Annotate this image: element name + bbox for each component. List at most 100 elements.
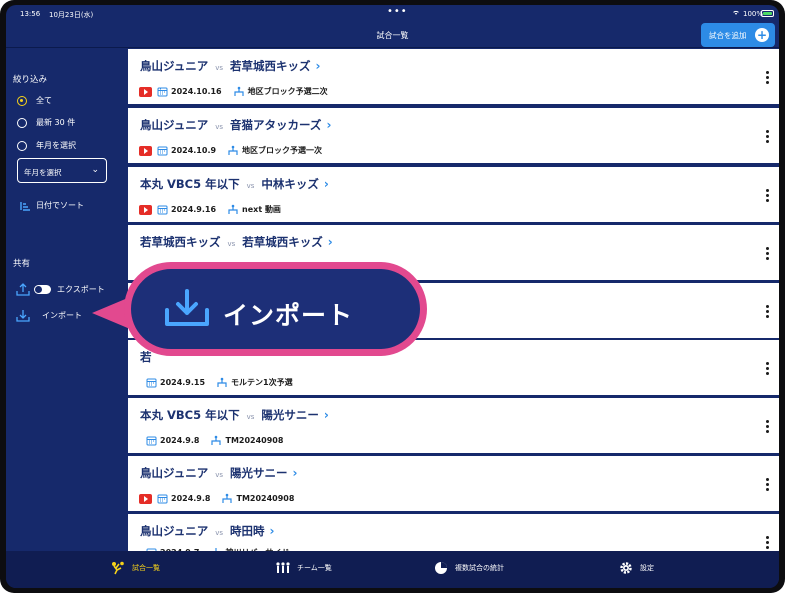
away-team: 陽光サニー: [230, 466, 288, 480]
vs-label: vs: [215, 471, 223, 479]
match-row[interactable]: 鳥山ジュニア vs 音猫アタッカーズ › 2024.10.9 地区ブロック予選一…: [128, 108, 779, 163]
match-date: 2024.9.15: [160, 378, 206, 387]
tournament-icon: [211, 435, 222, 445]
radio-unselected-icon: [17, 117, 27, 128]
download-icon: [16, 310, 30, 322]
radio-all[interactable]: 全て: [17, 95, 52, 106]
vs-label: vs: [246, 182, 255, 190]
calendar-icon: [146, 436, 157, 446]
sort-by-date-button[interactable]: 日付でソート: [20, 200, 84, 211]
match-row[interactable]: 鳥山ジュニア vs 時田時 › 2024.9.7 神川リバーサイド: [128, 514, 779, 558]
match-event: 地区ブロック予選二次: [247, 87, 328, 96]
chevron-right-icon: ›: [269, 524, 275, 538]
more-options-icon[interactable]: [766, 71, 769, 84]
sort-label: 日付でソート: [36, 201, 84, 210]
match-row[interactable]: 本丸 VBC5 年以下 vs 中林キッズ › 2024.9.16 next 動画: [128, 167, 779, 222]
tab-bar: 試合一覧 チーム一覧 複数試合の統計 設定: [6, 551, 779, 588]
match-event: TM20240908: [236, 494, 295, 503]
match-row[interactable]: 鳥山ジュニア vs 陽光サニー › 2024.9.8 TM20240908: [128, 456, 779, 511]
export-toggle[interactable]: [34, 285, 51, 294]
chevron-right-icon: ›: [323, 408, 329, 422]
youtube-icon: [139, 204, 152, 215]
match-meta: 2024.9.15 モルテン1次予選: [139, 377, 293, 388]
match-meta: 2024.9.8 TM20240908: [139, 435, 283, 446]
vs-label: vs: [215, 123, 223, 131]
more-options-icon[interactable]: [766, 478, 769, 491]
more-options-icon[interactable]: [766, 247, 769, 260]
export-row[interactable]: エクスポート: [16, 283, 105, 296]
match-meta: 2024.10.16 地区ブロック予選二次: [139, 86, 328, 97]
vs-label: vs: [215, 64, 223, 72]
radio-select-month[interactable]: 年月を選択: [17, 140, 76, 151]
more-options-icon[interactable]: [766, 130, 769, 143]
multitask-dots-icon[interactable]: •••: [387, 6, 408, 17]
download-icon: [165, 289, 209, 326]
pie-chart-icon: [435, 562, 447, 574]
vs-label: vs: [246, 413, 255, 421]
plus-circle-icon: +: [755, 28, 769, 42]
match-title: 鳥山ジュニア vs 陽光サニー ›: [140, 465, 297, 481]
match-meta: 2024.10.9 地区ブロック予選一次: [139, 145, 322, 156]
match-date: 2024.9.16: [171, 205, 217, 214]
match-row[interactable]: 鳥山ジュニア vs 若草城西キッズ › 2024.10.16 地区ブロック予選二…: [128, 49, 779, 104]
tab-team-list[interactable]: チーム一覧: [275, 561, 332, 575]
calendar-icon: [146, 378, 157, 388]
match-row[interactable]: 本丸 VBC5 年以下 vs 陽光サニー › 2024.9.8 TM202409…: [128, 398, 779, 453]
tournament-icon: [234, 86, 244, 96]
page-title: 試合一覧: [376, 31, 409, 40]
radio-latest-30[interactable]: 最新 30 件: [17, 117, 75, 128]
import-row[interactable]: インポート: [16, 309, 82, 322]
youtube-icon: [139, 493, 152, 504]
more-options-icon[interactable]: [766, 362, 769, 375]
more-options-icon[interactable]: [766, 536, 769, 549]
radio-selected-icon: [17, 95, 27, 106]
match-title: 鳥山ジュニア vs 音猫アタッカーズ ›: [140, 117, 331, 133]
match-event: 地区ブロック予選一次: [242, 146, 323, 155]
tab-multi-stats[interactable]: 複数試合の統計: [433, 561, 504, 575]
radio-label: 年月を選択: [36, 141, 76, 150]
more-options-icon[interactable]: [766, 305, 769, 318]
tab-label: 複数試合の統計: [455, 564, 504, 572]
tournament-icon: [222, 493, 233, 503]
youtube-icon: [139, 86, 152, 97]
sort-icon: [20, 201, 30, 211]
chevron-right-icon: ›: [323, 177, 329, 191]
youtube-icon: [139, 145, 152, 156]
battery-icon: [761, 10, 774, 17]
team-icon: [276, 562, 290, 573]
export-label: エクスポート: [57, 285, 105, 294]
match-event: TM20240908: [225, 436, 284, 445]
calendar-icon: [157, 494, 168, 504]
tab-match-list[interactable]: 試合一覧: [110, 561, 160, 575]
home-team: 鳥山ジュニア: [140, 118, 209, 132]
home-team: 鳥山ジュニア: [140, 466, 209, 480]
month-select[interactable]: 年月を選択 ⌄: [17, 158, 107, 183]
tournament-icon: [228, 204, 238, 214]
chevron-right-icon: ›: [327, 235, 333, 249]
tournament-icon: [217, 377, 227, 387]
add-match-button[interactable]: 試合を追加 +: [701, 23, 775, 47]
match-title: 本丸 VBC5 年以下 vs 陽光サニー ›: [140, 407, 329, 423]
more-options-icon[interactable]: [766, 420, 769, 433]
match-date: 2024.10.16: [171, 87, 222, 96]
home-team: 本丸 VBC5 年以下: [140, 177, 240, 191]
status-date: 10月23日(水): [49, 11, 94, 19]
away-team: 音猫アタッカーズ: [230, 118, 322, 132]
home-team: 本丸 VBC5 年以下: [140, 408, 240, 422]
ipad-frame: 13:56 10月23日(水) ••• 100% 試合一覧 試合を追加 + 絞り…: [0, 0, 785, 593]
away-team: 若草城西キッズ: [230, 59, 311, 73]
radio-label: 全て: [36, 96, 52, 105]
more-options-icon[interactable]: [766, 189, 769, 202]
match-title: 本丸 VBC5 年以下 vs 中林キッズ ›: [140, 176, 329, 192]
match-meta: 2024.9.8 TM20240908: [139, 493, 294, 504]
away-team: 時田時: [230, 524, 265, 538]
tab-settings[interactable]: 設定: [618, 561, 654, 575]
match-title: 鳥山ジュニア vs 若草城西キッズ ›: [140, 58, 320, 74]
home-team: 若草城西キッズ: [140, 235, 221, 249]
match-event: モルテン1次予選: [231, 378, 293, 387]
away-team: 陽光サニー: [261, 408, 319, 422]
away-team: 若草城西キッズ: [242, 235, 323, 249]
calendar-icon: [157, 87, 168, 97]
match-date: 2024.10.9: [171, 146, 217, 155]
month-select-value: 年月を選択: [24, 168, 62, 177]
